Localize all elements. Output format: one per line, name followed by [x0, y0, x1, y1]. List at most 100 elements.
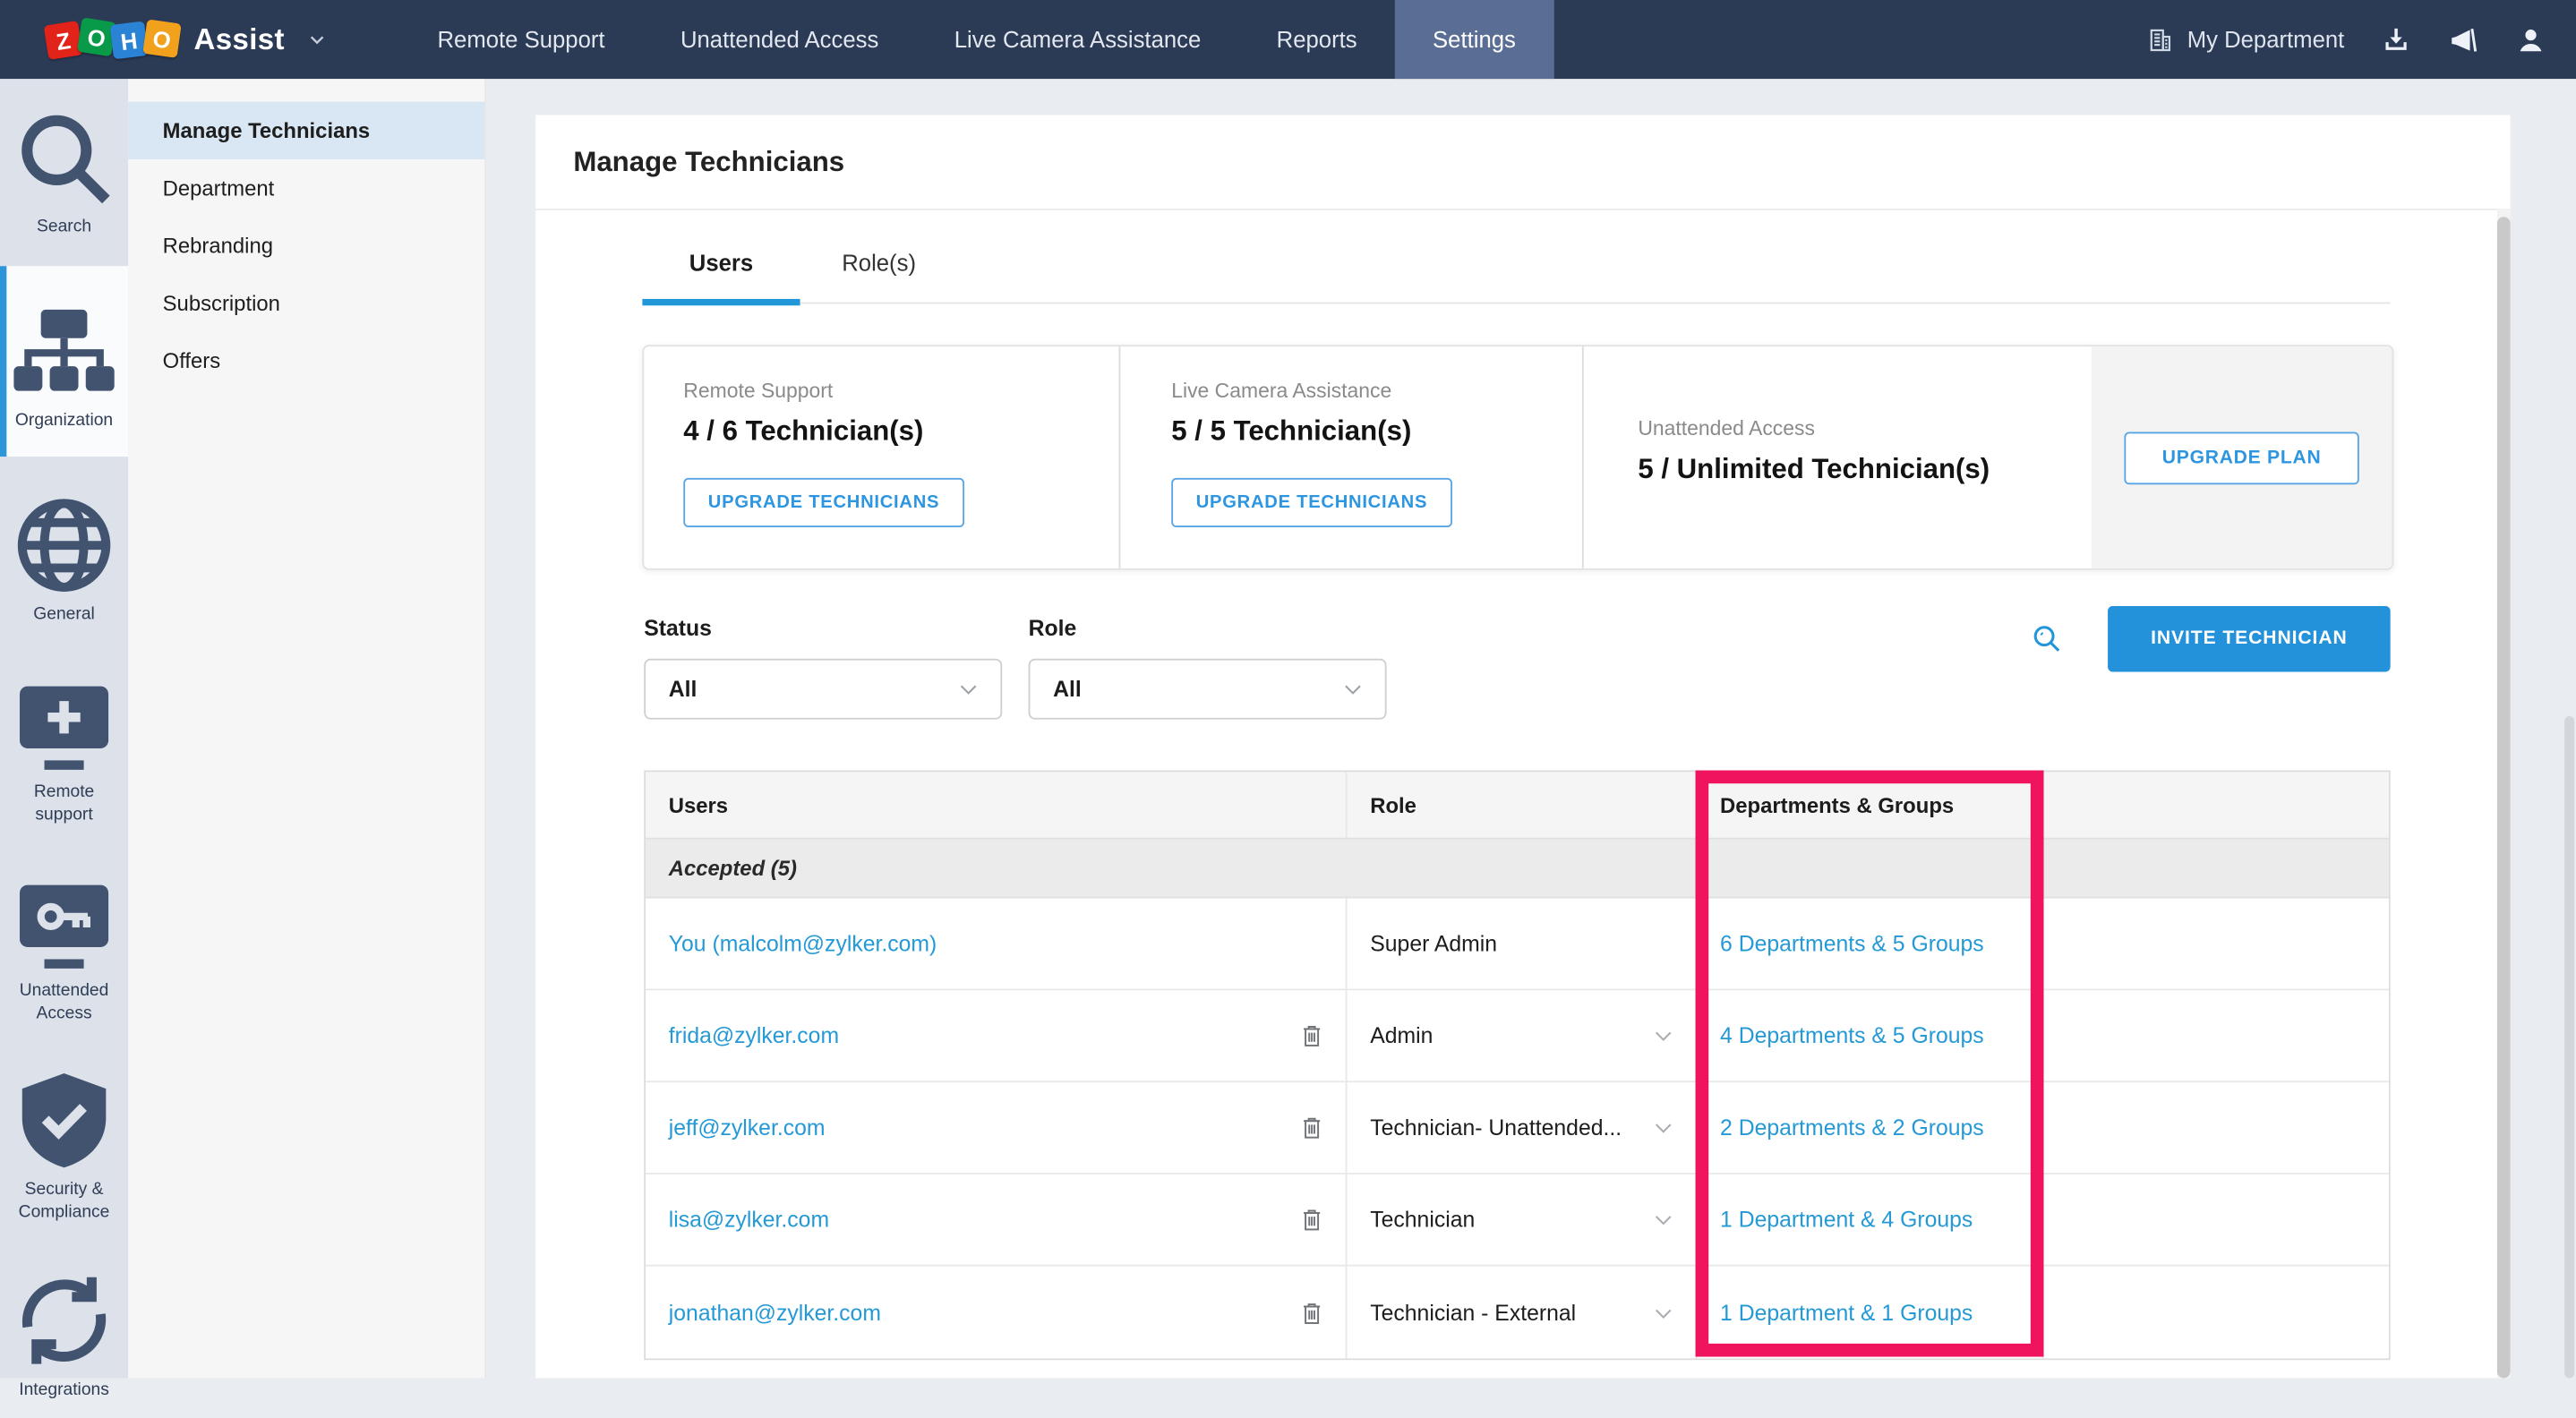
- submenu-item-manage-technicians[interactable]: Manage Technicians: [128, 102, 484, 159]
- departments-groups-link[interactable]: 2 Departments & 2 Groups: [1720, 1115, 1984, 1140]
- department-label: My Department: [2187, 26, 2345, 52]
- summary-label: Live Camera Assistance: [1171, 380, 1582, 403]
- table-search-icon[interactable]: [2031, 622, 2064, 655]
- content-scrollbar-thumb[interactable]: [2497, 217, 2511, 1378]
- summary-remote-support: Remote Support 4 / 6 Technician(s) UPGRA…: [644, 346, 1118, 568]
- role-value: Technician- Unattended...: [1370, 1115, 1622, 1140]
- departments-groups-link[interactable]: 1 Department & 1 Groups: [1720, 1300, 1973, 1325]
- departments-groups-link[interactable]: 1 Department & 4 Groups: [1720, 1208, 1973, 1233]
- building-icon: [2146, 25, 2174, 53]
- sidebar-item-label: Search: [5, 217, 124, 239]
- role-dropdown[interactable]: Admin: [1348, 990, 1698, 1081]
- navbar-right-cluster: My Department: [2146, 0, 2546, 79]
- chevron-down-icon: [1651, 1115, 1676, 1140]
- chevron-down-icon: [1340, 677, 1365, 702]
- nav-settings[interactable]: Settings: [1395, 0, 1553, 79]
- chevron-down-icon: [1651, 1208, 1676, 1233]
- sidebar-item-label: Unattended Access: [5, 981, 124, 1026]
- tab-bar: Users Role(s): [642, 210, 2390, 304]
- upgrade-plan-button[interactable]: UPGRADE PLAN: [2125, 431, 2359, 484]
- technician-summary-card: Remote Support 4 / 6 Technician(s) UPGRA…: [642, 345, 2393, 569]
- table-row: lisa@zylker.com Technician 1 Department …: [646, 1175, 2389, 1267]
- nav-remote-support[interactable]: Remote Support: [399, 0, 642, 79]
- manage-technicians-panel: Manage Technicians Users Role(s) Remote …: [535, 115, 2510, 1378]
- summary-value: 5 / 5 Technician(s): [1171, 415, 1582, 448]
- chevron-down-icon[interactable]: [308, 30, 328, 49]
- role-value: Admin: [1370, 1023, 1433, 1048]
- logo-tile-h: H: [110, 21, 149, 59]
- download-icon[interactable]: [2381, 24, 2412, 56]
- logo-tile-z: Z: [44, 20, 83, 59]
- main-content: Manage Technicians Users Role(s) Remote …: [484, 79, 2576, 1378]
- user-email-link[interactable]: jeff@zylker.com: [669, 1115, 826, 1140]
- user-email-link[interactable]: You (malcolm@zylker.com): [669, 931, 937, 956]
- user-account-icon[interactable]: [2515, 24, 2546, 56]
- globe-icon: [5, 487, 124, 605]
- invite-technician-button[interactable]: INVITE TECHNICIAN: [2108, 606, 2391, 671]
- table-header-row: Users Role Departments & Groups: [646, 772, 2389, 839]
- role-filter-value: All: [1053, 677, 1082, 702]
- delete-user-icon[interactable]: [1298, 1298, 1326, 1326]
- sidebar-item-security-compliance[interactable]: Security & Compliance: [0, 1042, 128, 1242]
- delete-user-icon[interactable]: [1298, 1114, 1326, 1141]
- nav-unattended-access[interactable]: Unattended Access: [643, 0, 917, 79]
- sidebar-item-label: Remote support: [5, 782, 124, 826]
- sidebar-item-label: Security & Compliance: [5, 1180, 124, 1225]
- zoho-assist-logo[interactable]: Z O H O Assist: [46, 0, 327, 79]
- sidebar-item-unattended-access[interactable]: Unattended Access: [0, 843, 128, 1043]
- settings-sidebar: Search Organization General Remote suppo…: [0, 79, 128, 1378]
- submenu-item-department[interactable]: Department: [128, 159, 484, 217]
- departments-groups-link[interactable]: 4 Departments & 5 Groups: [1720, 1023, 1984, 1048]
- delete-user-icon[interactable]: [1298, 1021, 1326, 1049]
- nav-live-camera-assistance[interactable]: Live Camera Assistance: [917, 0, 1239, 79]
- page-header: Manage Technicians: [535, 115, 2510, 209]
- submenu-item-subscription[interactable]: Subscription: [128, 274, 484, 331]
- role-filter-dropdown[interactable]: All: [1029, 659, 1387, 720]
- status-filter-label: Status: [644, 616, 712, 641]
- upgrade-technicians-button[interactable]: UPGRADE TECHNICIANS: [683, 478, 963, 527]
- monitor-key-icon: [5, 863, 124, 981]
- summary-value: 5 / Unlimited Technician(s): [1638, 453, 2091, 486]
- role-dropdown[interactable]: Technician: [1348, 1175, 1698, 1265]
- status-filter-dropdown[interactable]: All: [644, 659, 1002, 720]
- department-selector[interactable]: My Department: [2146, 25, 2344, 53]
- sidebar-item-organization[interactable]: Organization: [0, 266, 128, 457]
- summary-unattended-access: Unattended Access 5 / Unlimited Technici…: [1582, 346, 2092, 568]
- summary-label: Unattended Access: [1638, 417, 2091, 440]
- top-nav-menu: Remote Support Unattended Access Live Ca…: [399, 0, 1553, 79]
- user-email-link[interactable]: frida@zylker.com: [669, 1023, 839, 1048]
- organization-submenu: Manage Technicians Department Rebranding…: [128, 79, 486, 1378]
- megaphone-icon[interactable]: [2448, 24, 2479, 56]
- monitor-plus-icon: [5, 663, 124, 782]
- departments-groups-link[interactable]: 6 Departments & 5 Groups: [1720, 931, 1984, 956]
- status-filter-value: All: [669, 677, 697, 702]
- product-name: Assist: [194, 22, 285, 57]
- upgrade-technicians-button[interactable]: UPGRADE TECHNICIANS: [1171, 478, 1451, 527]
- user-email-link[interactable]: jonathan@zylker.com: [669, 1300, 881, 1325]
- user-email-link[interactable]: lisa@zylker.com: [669, 1208, 829, 1233]
- role-dropdown[interactable]: Technician - External: [1348, 1267, 1698, 1359]
- page-scrollbar-thumb[interactable]: [2564, 716, 2574, 1378]
- delete-user-icon[interactable]: [1298, 1206, 1326, 1234]
- sidebar-item-search[interactable]: Search: [0, 79, 128, 256]
- upgrade-plan-area: UPGRADE PLAN: [2092, 346, 2392, 568]
- sidebar-item-label: Organization: [5, 410, 124, 432]
- tab-users[interactable]: Users: [642, 250, 800, 303]
- sidebar-item-remote-support[interactable]: Remote support: [0, 644, 128, 843]
- tab-roles[interactable]: Role(s): [800, 250, 958, 303]
- role-value: Technician: [1370, 1208, 1475, 1233]
- sidebar-item-label: Integrations: [5, 1380, 124, 1402]
- submenu-item-offers[interactable]: Offers: [128, 332, 484, 389]
- sidebar-item-label: General: [5, 605, 124, 628]
- table-row: jonathan@zylker.com Technician - Externa…: [646, 1267, 2389, 1359]
- summary-label: Remote Support: [683, 380, 1118, 403]
- table-group-row: Accepted (5): [646, 840, 2389, 899]
- sidebar-item-general[interactable]: General: [0, 467, 128, 645]
- submenu-item-rebranding[interactable]: Rebranding: [128, 217, 484, 274]
- role-dropdown[interactable]: Technician- Unattended...: [1348, 1082, 1698, 1173]
- chevron-down-icon: [1651, 1300, 1676, 1325]
- sidebar-item-integrations[interactable]: Integrations: [0, 1242, 128, 1418]
- nav-reports[interactable]: Reports: [1238, 0, 1394, 79]
- table-row: You (malcolm@zylker.com) Super Admin 6 D…: [646, 899, 2389, 991]
- role-filter-label: Role: [1029, 616, 1077, 641]
